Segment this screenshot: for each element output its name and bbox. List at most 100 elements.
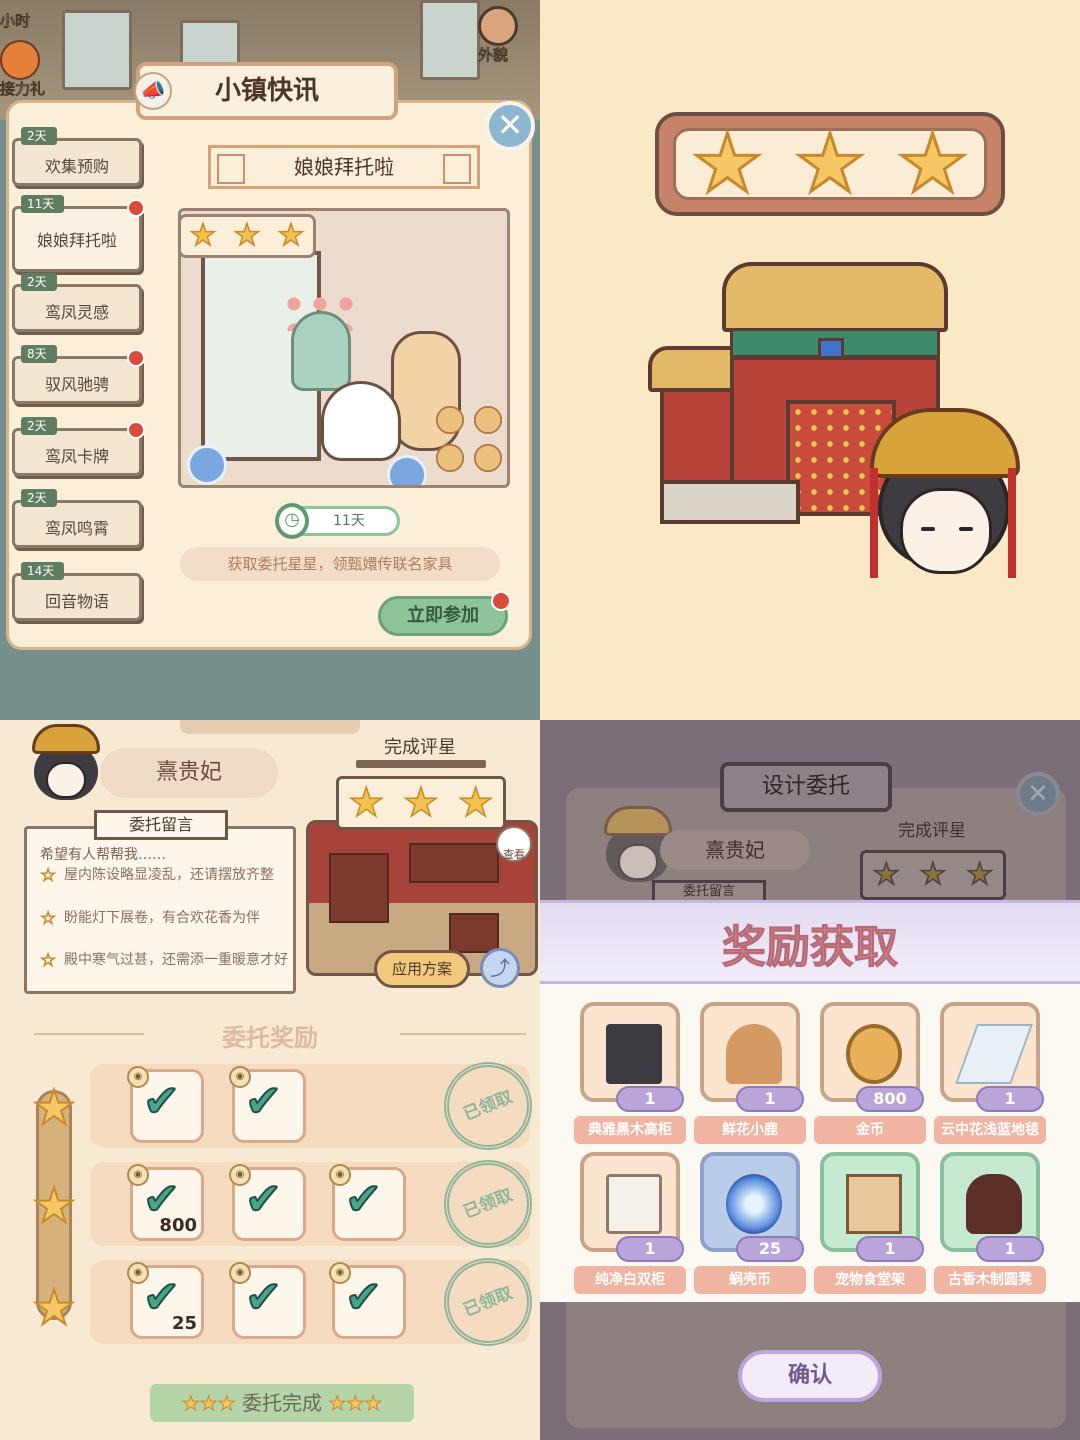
days-badge: 2天 <box>21 489 57 507</box>
completion-stars: ★ ★ ★ <box>860 850 1006 900</box>
wooden-stool-icon <box>966 1174 1022 1234</box>
notification-dot <box>127 349 145 367</box>
reward-item[interactable]: ◉ ✔ 800 <box>127 1164 204 1241</box>
pet-shelf-icon <box>846 1174 902 1234</box>
sidebar-item[interactable]: 2天 鸾凤灵感 <box>12 273 142 332</box>
consort-avatar <box>28 724 104 804</box>
client-name: 熹贵妃 <box>100 748 278 798</box>
clock-icon: ◷ <box>275 503 309 539</box>
item-name: 典雅黑木高柜 <box>574 1116 686 1144</box>
white-cabinet-icon <box>606 1174 662 1234</box>
close-button[interactable]: ✕ <box>1016 772 1060 816</box>
cloud-coin-icon <box>187 445 227 485</box>
check-icon: ✔ <box>244 1272 283 1323</box>
reward-item[interactable]: ◉ ✔ <box>329 1262 406 1339</box>
reward-amount: 25 <box>171 1313 197 1334</box>
reward-item[interactable]: ◉ ✔ <box>229 1262 306 1339</box>
star-icon: ★ <box>277 218 305 253</box>
completion-stars: ★ ★ ★ <box>336 776 506 830</box>
cloud-coin-icon <box>387 455 427 485</box>
item-count: 1 <box>616 1086 684 1112</box>
room-furniture <box>329 853 389 923</box>
check-icon: ✔ <box>244 1174 283 1225</box>
design-commission-title: 设计委托 <box>720 762 892 812</box>
sidebar-item[interactable]: 2天 鸾凤鸣霄 <box>12 489 142 548</box>
sidebar-item-label: 娘娘拜托啦 <box>36 231 117 250</box>
sidebar-item[interactable]: 2天 欢集预购 <box>12 127 142 186</box>
star-icon: ★★★ <box>181 1391 236 1416</box>
avatar-icon[interactable] <box>478 6 518 46</box>
room-furniture <box>409 843 499 883</box>
item-count: 1 <box>736 1086 804 1112</box>
days-badge: 2天 <box>21 127 57 145</box>
item-name: 古香木制圆凳 <box>934 1266 1046 1294</box>
eye <box>959 527 973 531</box>
item-name: 宠物食堂架 <box>814 1266 926 1294</box>
star-icon: ★ <box>31 1080 76 1136</box>
star-icon: ★★★ <box>328 1391 383 1416</box>
reward-item[interactable]: ◉ ✔ <box>329 1164 406 1241</box>
share-icon[interactable]: ⤴ <box>480 948 520 988</box>
reward-item[interactable]: ◉ ✔ 25 <box>127 1262 204 1339</box>
palace-side-roof <box>648 346 738 392</box>
cat-character-image <box>321 381 401 461</box>
star-icon: ★ <box>233 218 261 253</box>
apply-plan-button[interactable]: 应用方案 <box>374 950 470 988</box>
panel-title: 📣 小镇快讯 <box>134 62 398 120</box>
divider <box>34 1033 144 1035</box>
message-intro: 希望有人帮帮我…… <box>40 847 166 863</box>
vase-image <box>291 311 351 391</box>
reward-item[interactable]: ◉ ✔ <box>229 1066 306 1143</box>
rating-title: 完成评星 <box>898 821 966 841</box>
item-name: 云中花浅蓝地毯 <box>934 1116 1046 1144</box>
sidebar-item-active[interactable]: 11天 娘娘拜托啦 <box>12 195 145 272</box>
consort-character <box>870 408 1020 583</box>
star-icon: ★ <box>31 1178 76 1234</box>
confirm-button[interactable]: 确认 <box>738 1350 882 1402</box>
star-icon: ★ <box>457 780 494 826</box>
shell-coin-icon <box>726 1174 782 1234</box>
star-icon: ★ <box>919 857 947 892</box>
event-star-rating: ★ ★ ★ <box>178 214 316 258</box>
orange-icon[interactable] <box>0 40 40 80</box>
star-icon: ★ <box>872 857 900 892</box>
sidebar-item[interactable]: 14天 回音物语 <box>12 562 142 621</box>
timer-text: 11天 <box>333 513 365 529</box>
rating-hanger <box>356 760 486 768</box>
star-icon: ★ <box>189 218 217 253</box>
relay-gift-label[interactable]: 接力礼 <box>0 78 45 99</box>
tassel <box>870 468 878 578</box>
star-icon: ☆ <box>39 950 57 971</box>
notification-dot <box>127 199 145 217</box>
star-icon: ★ <box>402 780 439 826</box>
eye <box>921 527 935 531</box>
appearance-label[interactable]: 外貌 <box>478 44 509 65</box>
consort-face <box>900 488 992 574</box>
notification-dot <box>491 591 511 611</box>
reward-item[interactable]: ◉ ✔ <box>229 1164 306 1241</box>
phoenix-crown <box>870 408 1020 478</box>
item-count: 1 <box>616 1236 684 1262</box>
request-line: ☆ 殿中寒气过甚，还需添一重暖意才好 <box>39 950 288 971</box>
sidebar-item[interactable]: 8天 驭风驰骋 <box>12 345 145 404</box>
view-label: 查看 <box>503 848 525 861</box>
blue-rug-icon <box>955 1024 1033 1084</box>
item-count: 25 <box>736 1236 804 1262</box>
timed-event-label[interactable]: 小时 <box>0 10 30 31</box>
sidebar-item-label: 鸾凤灵感 <box>44 303 109 322</box>
days-badge: 2天 <box>21 273 57 291</box>
sidebar-item-label: 驭风驰骋 <box>44 375 109 394</box>
notification-dot <box>127 421 145 439</box>
palace-roof <box>722 262 948 332</box>
view-button[interactable]: 查看 <box>496 826 532 862</box>
gold-coin-icon <box>846 1024 902 1084</box>
reward-item[interactable]: ◉ ✔ <box>127 1066 204 1143</box>
join-button-label: 立即参加 <box>407 605 479 626</box>
sidebar-item-label: 欢集预购 <box>44 157 109 176</box>
join-now-button[interactable]: 立即参加 <box>378 591 511 636</box>
complete-text: 委托完成 <box>242 1391 322 1415</box>
item-name: 纯净白双柜 <box>574 1266 686 1294</box>
close-button[interactable]: ✕ <box>485 101 535 151</box>
sidebar-item[interactable]: 2天 鸾凤卡牌 <box>12 417 145 476</box>
event-title: 娘娘拜托啦 <box>208 145 480 189</box>
